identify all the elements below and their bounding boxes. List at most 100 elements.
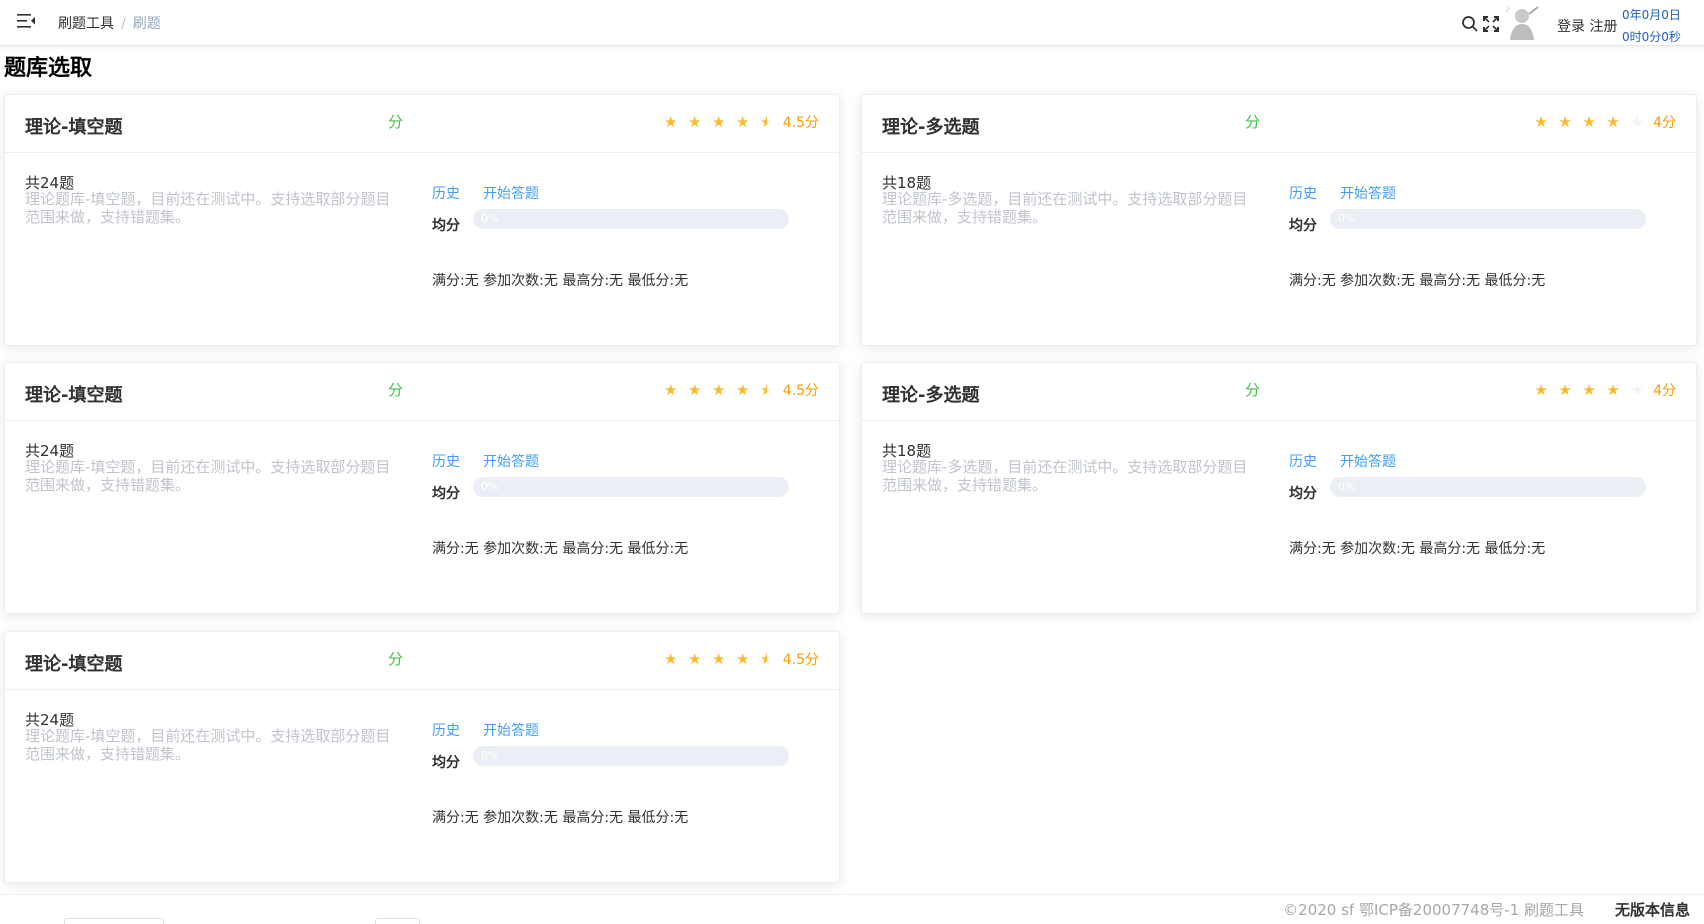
menu-fold-icon[interactable] (16, 11, 36, 31)
login-link[interactable]: 登录 (1557, 19, 1585, 35)
card-description: 理论题库-填空题，目前还在测试中。支持选取部分题目范围来做，支持错题集。 (25, 727, 391, 763)
star-icon[interactable]: ★ (731, 650, 755, 668)
star-icon[interactable]: ★ (1529, 381, 1553, 399)
score-stats: 满分:无 参加次数:无 最高分:无 最低分:无 (432, 810, 689, 826)
start-quiz-link[interactable]: 开始答题 (483, 720, 539, 740)
avatar[interactable] (1502, 4, 1542, 42)
card-score-label: 分 (388, 113, 404, 131)
history-link[interactable]: 历史 (432, 183, 460, 203)
star-icon[interactable]: ★ (659, 650, 683, 668)
progress-text: 0% (1338, 480, 1356, 493)
card-title: 理论-多选题 (882, 117, 980, 138)
clock-date: 0年0月0日 (1622, 8, 1681, 22)
star-icon[interactable]: ★ (659, 113, 683, 131)
search-icon[interactable] (1461, 15, 1479, 33)
rating: ★ ★ ★ ★ ★ 4.5分 (659, 380, 819, 400)
question-bank-card: 理论-填空题 分 ★ ★ ★ ★ ★ 4.5分 共24题 理论题库-填空题，目前还在测试… (4, 362, 840, 614)
rating-text: 4分 (1653, 383, 1676, 399)
start-quiz-link[interactable]: 开始答题 (1340, 451, 1396, 471)
star-icon[interactable]: ★ (755, 381, 779, 399)
star-icon[interactable]: ★ (707, 381, 731, 399)
star-icon[interactable]: ★ (1601, 113, 1625, 131)
auth-links: 登录 注册 (1557, 16, 1617, 36)
card-score-label: 分 (1245, 113, 1261, 131)
card-score-label: 分 (388, 650, 404, 668)
page-size-select[interactable] (64, 918, 164, 924)
star-list: ★ ★ ★ ★ ★ (1529, 113, 1649, 131)
star-icon[interactable]: ★ (1577, 113, 1601, 131)
star-icon[interactable]: ★ (731, 113, 755, 131)
star-icon[interactable]: ★ (707, 113, 731, 131)
question-bank-card: 理论-填空题 分 ★ ★ ★ ★ ★ 4.5分 共24题 理论题库-填空题，目前还在测试… (4, 631, 840, 883)
star-list: ★ ★ ★ ★ ★ (1529, 381, 1649, 399)
star-list: ★ ★ ★ ★ ★ (659, 381, 779, 399)
star-icon[interactable]: ★ (1553, 381, 1577, 399)
average-score-label: 均分 (432, 486, 460, 502)
average-score-progress: 0% (1330, 209, 1646, 229)
rating: ★ ★ ★ ★ ★ 4.5分 (659, 649, 819, 669)
star-icon[interactable]: ★ (683, 113, 707, 131)
average-score-label: 均分 (1289, 486, 1317, 502)
card-header: 理论-填空题 分 ★ ★ ★ ★ ★ 4.5分 (5, 95, 839, 153)
history-link[interactable]: 历史 (432, 720, 460, 740)
average-score-label: 均分 (432, 218, 460, 234)
progress-text: 0% (481, 480, 499, 493)
card-header: 理论-填空题 分 ★ ★ ★ ★ ★ 4.5分 (5, 363, 839, 421)
breadcrumb-item-tools[interactable]: 刷题工具 (58, 16, 114, 32)
start-quiz-link[interactable]: 开始答题 (1340, 183, 1396, 203)
card-header: 理论-填空题 分 ★ ★ ★ ★ ★ 4.5分 (5, 632, 839, 690)
average-score-progress: 0% (473, 746, 789, 766)
rating: ★ ★ ★ ★ ★ 4分 (1529, 112, 1676, 132)
star-icon[interactable]: ★ (1529, 113, 1553, 131)
star-icon[interactable]: ★ (1553, 113, 1577, 131)
card-header: 理论-多选题 分 ★ ★ ★ ★ ★ 4分 (862, 363, 1696, 421)
start-quiz-link[interactable]: 开始答题 (483, 451, 539, 471)
copyright: ©2020 sf 鄂ICP备20007748号-1 刷题工具 (1283, 901, 1584, 919)
star-icon[interactable]: ★ (1625, 113, 1649, 131)
clock-time: 0时0分0秒 (1622, 30, 1681, 44)
star-list: ★ ★ ★ ★ ★ (659, 650, 779, 668)
card-title: 理论-填空题 (25, 385, 123, 406)
rating-text: 4.5分 (782, 652, 819, 668)
card-score-label: 分 (1245, 381, 1261, 399)
star-icon[interactable]: ★ (1601, 381, 1625, 399)
question-bank-card: 理论-填空题 分 ★ ★ ★ ★ ★ 4.5分 共24题 理论题库-填空题，目前还在测试… (4, 94, 840, 346)
card-title: 理论-填空题 (25, 117, 123, 138)
star-icon[interactable]: ★ (683, 381, 707, 399)
progress-text: 0% (481, 212, 499, 225)
register-link[interactable]: 注册 (1589, 19, 1617, 35)
progress-text: 0% (1338, 212, 1356, 225)
score-stats: 满分:无 参加次数:无 最高分:无 最低分:无 (432, 273, 689, 289)
history-link[interactable]: 历史 (1289, 451, 1317, 471)
history-link[interactable]: 历史 (432, 451, 460, 471)
average-score-label: 均分 (1289, 218, 1317, 234)
star-icon[interactable]: ★ (755, 650, 779, 668)
fullscreen-icon[interactable] (1482, 15, 1500, 33)
start-quiz-link[interactable]: 开始答题 (483, 183, 539, 203)
star-icon[interactable]: ★ (731, 381, 755, 399)
score-stats: 满分:无 参加次数:无 最高分:无 最低分:无 (432, 541, 689, 557)
history-link[interactable]: 历史 (1289, 183, 1317, 203)
score-stats: 满分:无 参加次数:无 最高分:无 最低分:无 (1289, 273, 1546, 289)
star-icon[interactable]: ★ (755, 113, 779, 131)
card-description: 理论题库-多选题，目前还在测试中。支持选取部分题目范围来做，支持错题集。 (882, 458, 1248, 494)
version-info: 无版本信息 (1614, 901, 1690, 919)
score-stats: 满分:无 参加次数:无 最高分:无 最低分:无 (1289, 541, 1546, 557)
clock: 0年0月0日 0时0分0秒 (1622, 4, 1681, 48)
star-icon[interactable]: ★ (659, 381, 683, 399)
page-jump-input[interactable] (375, 918, 420, 924)
card-title: 理论-多选题 (882, 385, 980, 406)
card-description: 理论题库-填空题，目前还在测试中。支持选取部分题目范围来做，支持错题集。 (25, 458, 391, 494)
rating: ★ ★ ★ ★ ★ 4分 (1529, 380, 1676, 400)
breadcrumb-item-current: 刷题 (132, 16, 161, 32)
card-description: 理论题库-填空题，目前还在测试中。支持选取部分题目范围来做，支持错题集。 (25, 190, 391, 226)
average-score-label: 均分 (432, 755, 460, 771)
star-icon[interactable]: ★ (1625, 381, 1649, 399)
rating-text: 4分 (1653, 115, 1676, 131)
star-icon[interactable]: ★ (707, 650, 731, 668)
star-icon[interactable]: ★ (1577, 381, 1601, 399)
card-header: 理论-多选题 分 ★ ★ ★ ★ ★ 4分 (862, 95, 1696, 153)
star-icon[interactable]: ★ (683, 650, 707, 668)
question-bank-card: 理论-多选题 分 ★ ★ ★ ★ ★ 4分 共18题 理论题库-多选题，目前还在测试中。… (861, 362, 1697, 614)
star-list: ★ ★ ★ ★ ★ (659, 113, 779, 131)
